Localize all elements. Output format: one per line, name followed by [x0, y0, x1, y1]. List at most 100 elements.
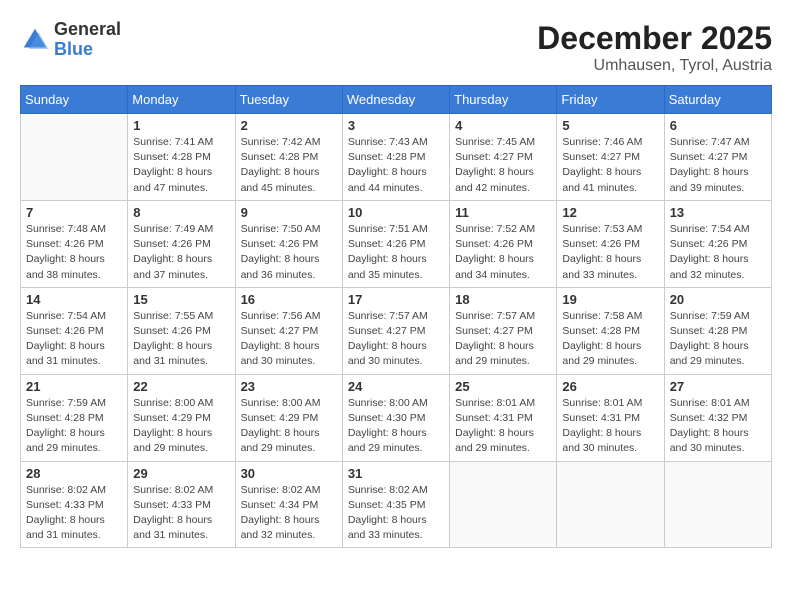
calendar-day-cell: 29Sunrise: 8:02 AMSunset: 4:33 PMDayligh…: [128, 461, 235, 548]
calendar-day-cell: 28 Sunrise: 8:02 AMSunset: 4:33 PMDayligh…: [21, 461, 128, 548]
day-number: 30: [241, 466, 337, 481]
day-number: 22: [133, 379, 229, 394]
weekday-header-wednesday: Wednesday: [342, 86, 449, 114]
day-number: 13: [670, 205, 766, 220]
day-number: 28: [26, 466, 122, 481]
weekday-header-saturday: Saturday: [664, 86, 771, 114]
day-info: Sunrise: 7:41 AMSunset: 4:28 PMDaylight:…: [133, 135, 229, 196]
day-number: 4: [455, 118, 551, 133]
calendar-table: SundayMondayTuesdayWednesdayThursdayFrid…: [20, 85, 772, 548]
calendar-day-cell: 2Sunrise: 7:42 AMSunset: 4:28 PMDaylight…: [235, 114, 342, 201]
calendar-day-cell: 3 Sunrise: 7:43 AMSunset: 4:28 PMDaylight…: [342, 114, 449, 201]
calendar-week-row: 28 Sunrise: 8:02 AMSunset: 4:33 PMDayligh…: [21, 461, 772, 548]
day-info: Sunrise: 7:45 AMSunset: 4:27 PMDaylight:…: [455, 135, 551, 196]
calendar-day-cell: [21, 114, 128, 201]
calendar-day-cell: 24 Sunrise: 8:00 AMSunset: 4:30 PMDayligh…: [342, 374, 449, 461]
calendar-day-cell: 9 Sunrise: 7:50 AMSunset: 4:26 PMDaylight…: [235, 200, 342, 287]
day-number: 14: [26, 292, 122, 307]
day-number: 7: [26, 205, 122, 220]
calendar-day-cell: [450, 461, 557, 548]
day-info: Sunrise: 7:55 AMSunset: 4:26 PMDaylight:…: [133, 309, 229, 370]
day-info: Sunrise: 7:59 AMSunset: 4:28 PMDaylight:…: [670, 309, 766, 370]
day-number: 25: [455, 379, 551, 394]
day-info: Sunrise: 7:57 AMSunset: 4:27 PMDaylight:…: [455, 309, 551, 370]
calendar-day-cell: 14 Sunrise: 7:54 AMSunset: 4:26 PMDayligh…: [21, 287, 128, 374]
weekday-header-thursday: Thursday: [450, 86, 557, 114]
calendar-day-cell: 25 Sunrise: 8:01 AMSunset: 4:31 PMDayligh…: [450, 374, 557, 461]
calendar-day-cell: 13 Sunrise: 7:54 AMSunset: 4:26 PMDayligh…: [664, 200, 771, 287]
calendar-day-cell: 8Sunrise: 7:49 AMSunset: 4:26 PMDaylight…: [128, 200, 235, 287]
day-number: 23: [241, 379, 337, 394]
calendar-week-row: 1Sunrise: 7:41 AMSunset: 4:28 PMDaylight…: [21, 114, 772, 201]
calendar-day-cell: 11 Sunrise: 7:52 AMSunset: 4:26 PMDayligh…: [450, 200, 557, 287]
day-info: Sunrise: 8:02 AMSunset: 4:34 PMDaylight:…: [241, 483, 337, 544]
day-info: Sunrise: 7:57 AMSunset: 4:27 PMDaylight:…: [348, 309, 444, 370]
calendar-day-cell: 31 Sunrise: 8:02 AMSunset: 4:35 PMDayligh…: [342, 461, 449, 548]
day-info: Sunrise: 8:02 AMSunset: 4:33 PMDaylight:…: [26, 483, 122, 544]
day-number: 9: [241, 205, 337, 220]
day-info: Sunrise: 7:50 AMSunset: 4:26 PMDaylight:…: [241, 222, 337, 283]
calendar-day-cell: 30 Sunrise: 8:02 AMSunset: 4:34 PMDayligh…: [235, 461, 342, 548]
month-year-title: December 2025: [537, 20, 772, 57]
calendar-day-cell: 21 Sunrise: 7:59 AMSunset: 4:28 PMDayligh…: [21, 374, 128, 461]
calendar-day-cell: 10Sunrise: 7:51 AMSunset: 4:26 PMDayligh…: [342, 200, 449, 287]
day-info: Sunrise: 7:49 AMSunset: 4:26 PMDaylight:…: [133, 222, 229, 283]
day-info: Sunrise: 7:52 AMSunset: 4:26 PMDaylight:…: [455, 222, 551, 283]
day-number: 31: [348, 466, 444, 481]
weekday-header-tuesday: Tuesday: [235, 86, 342, 114]
calendar-day-cell: [557, 461, 664, 548]
day-info: Sunrise: 7:58 AMSunset: 4:28 PMDaylight:…: [562, 309, 658, 370]
calendar-day-cell: 19 Sunrise: 7:58 AMSunset: 4:28 PMDayligh…: [557, 287, 664, 374]
day-number: 6: [670, 118, 766, 133]
day-info: Sunrise: 7:47 AMSunset: 4:27 PMDaylight:…: [670, 135, 766, 196]
title-section: December 2025 Umhausen, Tyrol, Austria: [537, 20, 772, 75]
calendar-day-cell: 23Sunrise: 8:00 AMSunset: 4:29 PMDayligh…: [235, 374, 342, 461]
day-info: Sunrise: 8:01 AMSunset: 4:31 PMDaylight:…: [455, 396, 551, 457]
calendar-day-cell: [664, 461, 771, 548]
calendar-day-cell: 5 Sunrise: 7:46 AMSunset: 4:27 PMDaylight…: [557, 114, 664, 201]
day-info: Sunrise: 7:54 AMSunset: 4:26 PMDaylight:…: [670, 222, 766, 283]
day-info: Sunrise: 8:00 AMSunset: 4:30 PMDaylight:…: [348, 396, 444, 457]
calendar-week-row: 21 Sunrise: 7:59 AMSunset: 4:28 PMDayligh…: [21, 374, 772, 461]
page-header: General Blue December 2025 Umhausen, Tyr…: [20, 20, 772, 75]
location-subtitle: Umhausen, Tyrol, Austria: [537, 57, 772, 75]
day-number: 5: [562, 118, 658, 133]
calendar-day-cell: 15Sunrise: 7:55 AMSunset: 4:26 PMDayligh…: [128, 287, 235, 374]
calendar-day-cell: 12Sunrise: 7:53 AMSunset: 4:26 PMDayligh…: [557, 200, 664, 287]
logo-general-label: General: [54, 20, 121, 40]
day-info: Sunrise: 7:53 AMSunset: 4:26 PMDaylight:…: [562, 222, 658, 283]
day-number: 16: [241, 292, 337, 307]
calendar-day-cell: 27Sunrise: 8:01 AMSunset: 4:32 PMDayligh…: [664, 374, 771, 461]
day-info: Sunrise: 7:48 AMSunset: 4:26 PMDaylight:…: [26, 222, 122, 283]
day-number: 18: [455, 292, 551, 307]
day-info: Sunrise: 7:51 AMSunset: 4:26 PMDaylight:…: [348, 222, 444, 283]
day-number: 2: [241, 118, 337, 133]
weekday-header-friday: Friday: [557, 86, 664, 114]
calendar-header: SundayMondayTuesdayWednesdayThursdayFrid…: [21, 86, 772, 114]
day-number: 20: [670, 292, 766, 307]
day-info: Sunrise: 8:01 AMSunset: 4:31 PMDaylight:…: [562, 396, 658, 457]
day-info: Sunrise: 7:43 AMSunset: 4:28 PMDaylight:…: [348, 135, 444, 196]
day-info: Sunrise: 8:01 AMSunset: 4:32 PMDaylight:…: [670, 396, 766, 457]
weekday-header-row: SundayMondayTuesdayWednesdayThursdayFrid…: [21, 86, 772, 114]
calendar-day-cell: 1Sunrise: 7:41 AMSunset: 4:28 PMDaylight…: [128, 114, 235, 201]
day-number: 24: [348, 379, 444, 394]
calendar-day-cell: 20 Sunrise: 7:59 AMSunset: 4:28 PMDayligh…: [664, 287, 771, 374]
day-info: Sunrise: 7:46 AMSunset: 4:27 PMDaylight:…: [562, 135, 658, 196]
day-number: 3: [348, 118, 444, 133]
calendar-day-cell: 7 Sunrise: 7:48 AMSunset: 4:26 PMDaylight…: [21, 200, 128, 287]
calendar-day-cell: 22 Sunrise: 8:00 AMSunset: 4:29 PMDayligh…: [128, 374, 235, 461]
weekday-header-sunday: Sunday: [21, 86, 128, 114]
day-number: 29: [133, 466, 229, 481]
day-number: 19: [562, 292, 658, 307]
calendar-day-cell: 4 Sunrise: 7:45 AMSunset: 4:27 PMDaylight…: [450, 114, 557, 201]
calendar-day-cell: 18 Sunrise: 7:57 AMSunset: 4:27 PMDayligh…: [450, 287, 557, 374]
day-info: Sunrise: 7:54 AMSunset: 4:26 PMDaylight:…: [26, 309, 122, 370]
day-info: Sunrise: 8:00 AMSunset: 4:29 PMDaylight:…: [133, 396, 229, 457]
day-number: 21: [26, 379, 122, 394]
day-number: 11: [455, 205, 551, 220]
day-info: Sunrise: 8:02 AMSunset: 4:35 PMDaylight:…: [348, 483, 444, 544]
logo-text: General Blue: [54, 20, 121, 60]
day-info: Sunrise: 7:59 AMSunset: 4:28 PMDaylight:…: [26, 396, 122, 457]
calendar-day-cell: 6 Sunrise: 7:47 AMSunset: 4:27 PMDaylight…: [664, 114, 771, 201]
